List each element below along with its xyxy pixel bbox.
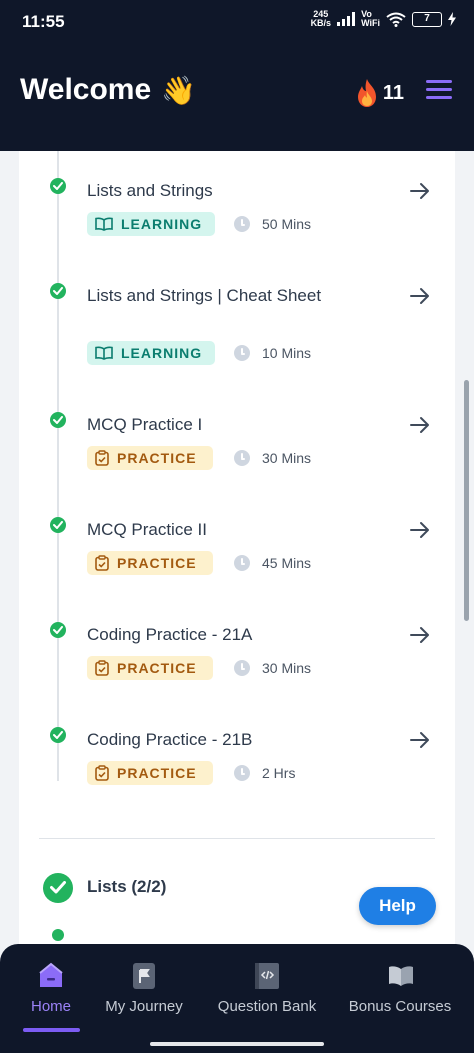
streak-count: 11 — [382, 81, 404, 104]
bottom-navigation: Home My Journey Question Bank Bonus Cour… — [0, 944, 474, 1053]
tag-learning: LEARNING — [87, 341, 215, 365]
timeline-line — [57, 151, 59, 781]
nav-my-journey[interactable]: My Journey — [100, 962, 188, 1032]
status-time: 11:55 — [22, 12, 65, 31]
clock-icon — [234, 345, 250, 361]
arrow-right-icon[interactable] — [408, 284, 432, 308]
network-speed: 245 KB/s — [310, 9, 332, 28]
duration: 45 Mins — [234, 551, 311, 575]
item-title: Coding Practice - 21B — [87, 730, 253, 749]
book-icon — [95, 346, 113, 360]
tag-practice: PRACTICE — [87, 551, 213, 575]
tag-practice: PRACTICE — [87, 446, 213, 470]
section-check-icon — [43, 873, 73, 903]
home-indicator[interactable] — [150, 1042, 324, 1046]
page-title: Welcome 👋 — [20, 73, 197, 106]
clock-icon — [234, 660, 250, 676]
wifi-icon — [386, 12, 406, 27]
duration: 30 Mins — [234, 446, 311, 470]
fire-icon — [357, 79, 376, 107]
vowifi-indicator: Vo WiFi — [361, 9, 380, 28]
arrow-right-icon[interactable] — [408, 518, 432, 542]
clipboard-check-icon — [95, 555, 109, 571]
nav-question-bank[interactable]: Question Bank — [212, 962, 322, 1032]
active-tab-indicator — [23, 1028, 80, 1032]
arrow-right-icon[interactable] — [408, 179, 432, 203]
clock-icon — [234, 216, 250, 232]
tag-practice: PRACTICE — [87, 761, 213, 785]
module-card: Lists and Strings LEARNING 50 Mins Lists… — [19, 151, 455, 944]
next-item-dot — [52, 929, 64, 941]
tag-learning: LEARNING — [87, 212, 215, 236]
signal-icon — [337, 12, 356, 26]
main-content[interactable]: Lists and Strings LEARNING 50 Mins Lists… — [0, 151, 474, 944]
status-icons: 245 KB/s Vo WiFi 7 — [311, 10, 456, 28]
check-icon — [50, 622, 66, 638]
item-title: Coding Practice - 21A — [87, 625, 253, 644]
clock-icon — [234, 555, 250, 571]
code-book-icon — [255, 963, 279, 989]
streak-counter[interactable]: 11 — [354, 78, 404, 108]
arrow-right-icon[interactable] — [408, 413, 432, 437]
item-title: Lists and Strings | Cheat Sheet — [87, 286, 322, 305]
clipboard-check-icon — [95, 450, 109, 466]
item-title: MCQ Practice I — [87, 415, 203, 434]
clipboard-check-icon — [95, 765, 109, 781]
open-book-icon — [389, 966, 413, 986]
check-icon — [50, 178, 66, 194]
nav-bonus-courses[interactable]: Bonus Courses — [344, 962, 456, 1032]
check-icon — [50, 727, 66, 743]
tag-practice: PRACTICE — [87, 656, 213, 680]
clock-icon — [234, 450, 250, 466]
book-icon — [95, 217, 113, 231]
item-title: Lists and Strings — [87, 181, 213, 200]
help-button[interactable]: Help — [359, 887, 436, 925]
nav-home[interactable]: Home — [18, 962, 84, 1032]
status-bar: 11:55 245 KB/s Vo WiFi 7 — [0, 0, 474, 40]
duration: 30 Mins — [234, 656, 311, 680]
charging-icon — [448, 12, 456, 26]
menu-button[interactable] — [426, 80, 452, 100]
item-title: MCQ Practice II — [87, 520, 207, 539]
section-title[interactable]: Lists (2/2) — [87, 877, 166, 897]
scrollbar[interactable] — [464, 380, 469, 621]
home-icon — [39, 962, 63, 987]
arrow-right-icon[interactable] — [408, 728, 432, 752]
check-icon — [50, 412, 66, 428]
divider — [39, 838, 435, 839]
duration: 2 Hrs — [234, 761, 295, 785]
clipboard-check-icon — [95, 660, 109, 676]
app-header: Welcome 👋 11 — [0, 40, 474, 151]
arrow-right-icon[interactable] — [408, 623, 432, 647]
clock-icon — [234, 765, 250, 781]
duration: 10 Mins — [234, 341, 311, 365]
flag-icon — [133, 963, 155, 989]
duration: 50 Mins — [234, 212, 311, 236]
wave-icon: 👋 — [161, 74, 197, 106]
check-icon — [50, 283, 66, 299]
battery-icon: 7 — [412, 11, 442, 27]
check-icon — [50, 517, 66, 533]
